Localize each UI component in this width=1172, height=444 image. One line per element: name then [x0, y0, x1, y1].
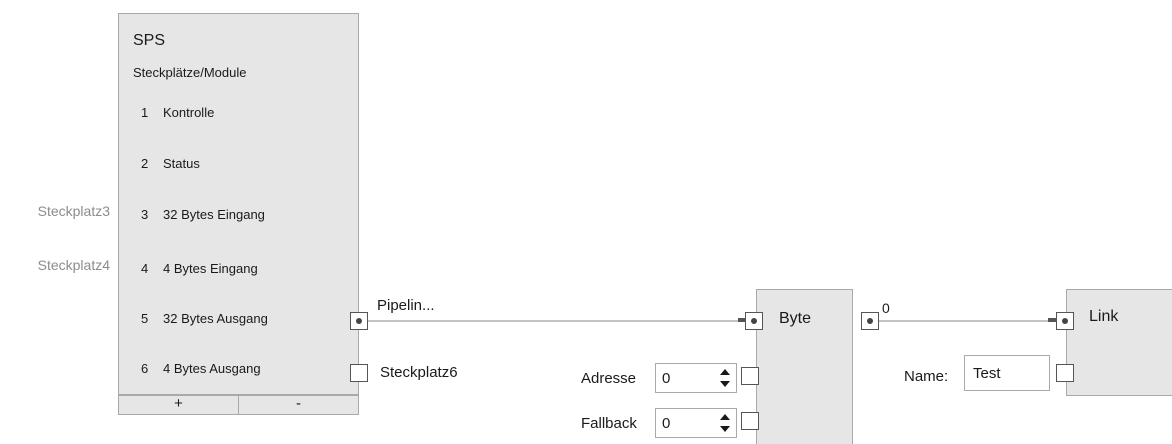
spinner-arrows-icon[interactable]	[720, 368, 730, 388]
slot-label: 32 Bytes Ausgang	[163, 311, 268, 326]
slot-row-2[interactable]: 2 Status	[141, 156, 200, 171]
fallback-label: Fallback	[581, 415, 637, 432]
spinner-arrows-icon[interactable]	[720, 413, 730, 433]
name-input-value: Test	[973, 365, 1001, 382]
slot-row-4[interactable]: 4 4 Bytes Eingang	[141, 261, 258, 276]
byte-input-port[interactable]	[745, 312, 763, 330]
wire-sps-to-byte[interactable]	[368, 320, 738, 322]
address-value: 0	[662, 370, 671, 387]
sps-node-title: SPS	[133, 32, 166, 49]
address-input-port[interactable]	[741, 367, 759, 385]
byte-output-value: 0	[882, 300, 890, 316]
slot6-output-label: Steckplatz6	[380, 364, 458, 381]
slot-label: Status	[163, 156, 200, 171]
byte-node-title: Byte	[779, 310, 812, 327]
remove-slot-button[interactable]: -	[238, 396, 358, 414]
slot-number: 2	[141, 156, 149, 171]
slot-label: Kontrolle	[163, 105, 215, 120]
slot-button-bar: + -	[118, 395, 359, 415]
slot-number: 4	[141, 261, 149, 276]
wire-byte-to-link[interactable]	[879, 320, 1049, 322]
slot-label: 4 Bytes Eingang	[163, 261, 258, 276]
slot-row-3[interactable]: 3 32 Bytes Eingang	[141, 207, 265, 222]
slot6-output-port[interactable]	[350, 364, 368, 382]
name-label: Name:	[904, 368, 949, 385]
sps-node-subtitle: Steckplätze/Module	[133, 65, 247, 80]
link-input-port[interactable]	[1056, 312, 1074, 330]
fallback-value: 0	[662, 415, 671, 432]
slot-number: 6	[141, 361, 149, 376]
address-spinner[interactable]: 0	[655, 363, 737, 393]
byte-node[interactable]: Byte	[756, 289, 853, 444]
side-label-steckplatz4: Steckplatz4	[37, 257, 110, 273]
slot-row-5[interactable]: 5 32 Bytes Ausgang	[141, 311, 268, 326]
slot5-output-port[interactable]	[350, 312, 368, 330]
add-slot-button[interactable]: +	[119, 396, 238, 414]
side-label-steckplatz3: Steckplatz3	[37, 203, 110, 219]
sps-node[interactable]: SPS Steckplätze/Module 1 Kontrolle 2 Statu…	[118, 13, 359, 395]
slot-number: 5	[141, 311, 149, 326]
slot-label: 32 Bytes Eingang	[163, 207, 265, 222]
slot-number: 1	[141, 105, 149, 120]
fallback-input-port[interactable]	[741, 412, 759, 430]
link-node-title: Link	[1089, 308, 1119, 325]
byte-output-port[interactable]	[861, 312, 879, 330]
name-input-port[interactable]	[1056, 364, 1074, 382]
address-label: Adresse	[581, 370, 637, 387]
link-node[interactable]: Link	[1066, 289, 1172, 396]
name-input[interactable]: Test	[964, 355, 1050, 391]
slot-row-1[interactable]: 1 Kontrolle	[141, 105, 214, 120]
slot-label: 4 Bytes Ausgang	[163, 361, 261, 376]
slot-row-6[interactable]: 6 4 Bytes Ausgang	[141, 361, 261, 376]
slot5-output-label: Pipelin...	[377, 297, 435, 314]
slot-number: 3	[141, 207, 149, 222]
fallback-spinner[interactable]: 0	[655, 408, 737, 438]
